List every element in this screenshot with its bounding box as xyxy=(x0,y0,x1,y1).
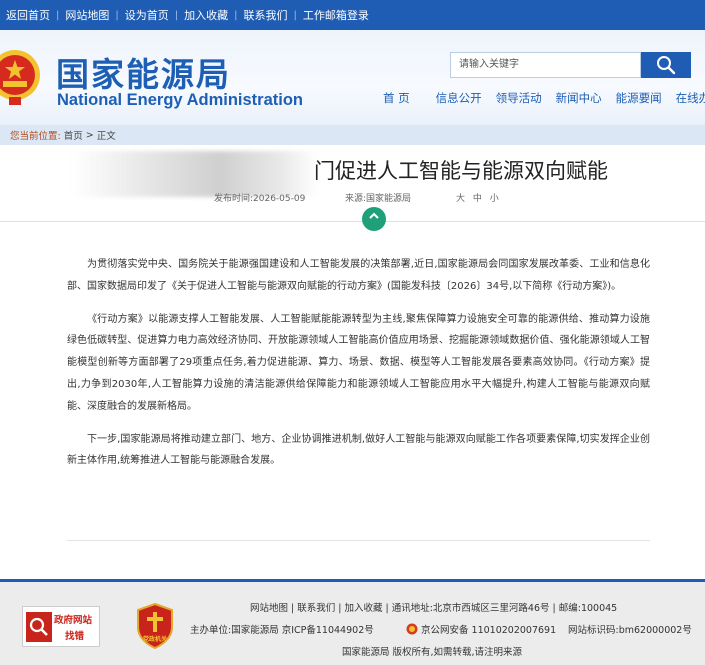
top-link-favorite[interactable]: 加入收藏 xyxy=(178,7,234,23)
main-nav: 首 页 信息公开 领导活动 新闻中心 能源要闻 在线办事 xyxy=(376,90,705,106)
site-footer: 政府网站 找错 党政机关 网站地图 | 联系我们 | 加入收藏 | 通讯地址:北… xyxy=(0,579,705,665)
top-link-mail-login[interactable]: 工作邮箱登录 xyxy=(297,7,375,23)
gov-badge-subtitle: 找错 xyxy=(65,631,85,642)
top-link-contact[interactable]: 联系我们 xyxy=(238,7,294,23)
magnifier-icon xyxy=(26,612,52,642)
police-badge-icon xyxy=(406,623,418,635)
article-paragraph: 《行动方案》以能源支撑人工智能发展、人工智能赋能能源转型为主线,聚焦保障算力设施… xyxy=(67,313,650,412)
nav-item-info-disclosure[interactable]: 信息公开 xyxy=(429,90,489,106)
gov-site-error-report-badge[interactable]: 政府网站 找错 xyxy=(22,606,100,647)
party-badge-label: 党政机关 xyxy=(142,636,167,643)
article-paragraph: 下一步,国家能源局将推动建立部门、地方、企业协调推进机制,做好人工智能与能源双向… xyxy=(67,433,650,467)
search-input[interactable]: 请输入关键字 xyxy=(450,52,641,78)
top-link-set-homepage[interactable]: 设为首页 xyxy=(119,7,175,23)
nav-item-news-center[interactable]: 新闻中心 xyxy=(549,90,609,106)
article-date: 发布时间:2026-05-09 xyxy=(214,194,306,204)
party-government-badge[interactable]: 党政机关 xyxy=(136,602,174,650)
footer-police-record[interactable]: 京公网安备 11010202007691 xyxy=(421,622,556,636)
nav-item-home[interactable]: 首 页 xyxy=(376,90,429,106)
footer-links-line[interactable]: 网站地图 | 联系我们 | 加入收藏 | 通讯地址:北京市西城区三里河路46号 … xyxy=(250,600,617,614)
top-link-sitemap[interactable]: 网站地图 xyxy=(59,7,115,23)
breadcrumb-label: 您当前位置: xyxy=(10,131,61,142)
collapse-toggle-button[interactable] xyxy=(362,207,386,231)
chevron-up-icon xyxy=(369,212,379,219)
top-link-home[interactable]: 返回首页 xyxy=(0,7,56,23)
article-header: 门促进人工智能与能源双向赋能 发布时间:2026-05-09 来源:国家能源局 … xyxy=(0,145,705,231)
search-button[interactable] xyxy=(641,52,691,78)
article-title: 门促进人工智能与能源双向赋能 xyxy=(314,159,608,183)
nav-item-online-services[interactable]: 在线办事 xyxy=(669,90,705,106)
footer-host-info: 主办单位:国家能源局 京ICP备11044902号 xyxy=(190,625,374,636)
breadcrumb-home-link[interactable]: 首页 xyxy=(61,128,86,142)
footer-copyright: 国家能源局 版权所有,如需转载,请注明来源 xyxy=(342,647,523,658)
breadcrumb-current: 正文 xyxy=(96,131,116,142)
content-divider xyxy=(67,540,650,541)
breadcrumb: 您当前位置: 首页 > 正文 xyxy=(0,125,705,145)
top-links: 返回首页 | 网站地图 | 设为首页 | 加入收藏 | 联系我们 | 工作邮箱登… xyxy=(0,0,375,30)
footer-site-code: 网站标识码:bm62000002号 xyxy=(568,625,692,636)
search-icon xyxy=(657,56,676,75)
article-paragraph: 为贯彻落实党中央、国务院关于能源强国建设和人工智能发展的决策部署,近日,国家能源… xyxy=(67,259,650,292)
nav-item-energy-news[interactable]: 能源要闻 xyxy=(609,90,669,106)
gov-badge-title: 政府网站 xyxy=(54,615,93,626)
article-body: 为贯彻落实党中央、国务院关于能源强国建设和人工智能发展的决策部署,近日,国家能源… xyxy=(67,254,650,483)
breadcrumb-separator: > xyxy=(85,129,94,141)
national-emblem-icon[interactable] xyxy=(0,48,42,106)
article-source: 来源:国家能源局 xyxy=(345,194,412,204)
font-size-switch[interactable]: 大 中 小 xyxy=(456,191,499,204)
top-utility-bar: 返回首页 | 网站地图 | 设为首页 | 加入收藏 | 联系我们 | 工作邮箱登… xyxy=(0,0,705,30)
nav-item-leader-activities[interactable]: 领导活动 xyxy=(489,90,549,106)
site-logo-chinese[interactable]: 国家能源局 xyxy=(56,48,231,96)
site-logo-english[interactable]: National Energy Administration xyxy=(57,91,303,110)
site-header: 国家能源局 National Energy Administration 请输入… xyxy=(0,30,705,125)
